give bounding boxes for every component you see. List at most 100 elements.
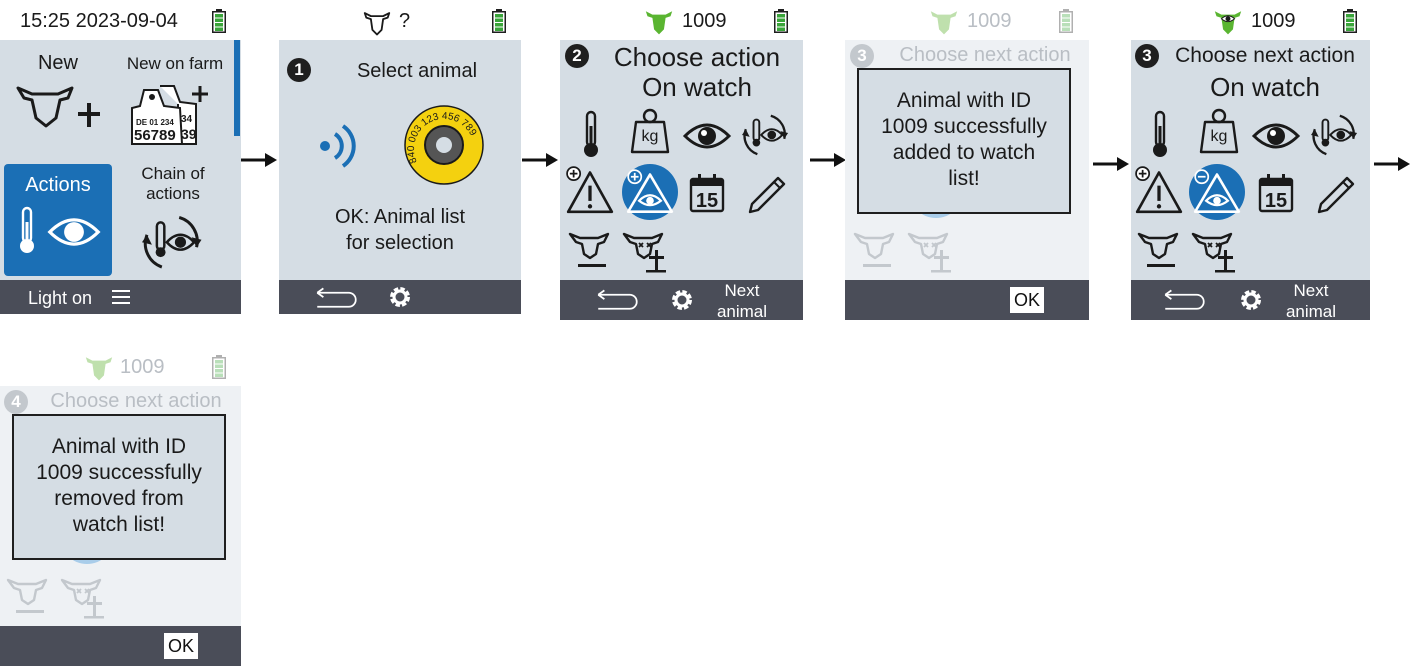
calendar-icon[interactable]: 15 (1257, 170, 1295, 214)
settings-gear-icon[interactable] (670, 288, 694, 312)
ear-tag-icon: 840 003 123 456 789 (403, 104, 485, 186)
popup-line4: list! (948, 167, 980, 190)
status-bar: ? (279, 0, 521, 40)
animal-id-status: 1009 (967, 10, 1012, 32)
step-number: 1 (287, 58, 311, 82)
battery-icon (774, 9, 788, 33)
popup-line3: removed from (54, 487, 184, 510)
pencil-icon[interactable] (1313, 168, 1359, 214)
home-screen: New New on farm DE 01 234 56789 34 39 Ac… (0, 40, 241, 314)
light-on-label[interactable]: Light on (28, 288, 92, 309)
calendar-day: 15 (1264, 190, 1288, 212)
animal-id-status: ? (399, 10, 411, 32)
bottom-bar: OK (0, 626, 241, 666)
rfid-signal-icon (320, 124, 356, 168)
step-number: 3 (850, 44, 874, 68)
panel-added-confirmation: 1009 3 Choose next action Animal with ID… (845, 0, 1089, 320)
next-animal-button[interactable]: Next animal (710, 280, 774, 320)
cow-head-green-icon (645, 11, 673, 35)
tile-chain-label: Chain of actions (141, 164, 205, 203)
flow-arrow-3 (810, 153, 846, 167)
status-bar: 15:25 2023-09-04 (0, 0, 241, 40)
cow-remove-icon (853, 232, 895, 269)
back-icon[interactable] (590, 286, 638, 314)
step-number: 4 (4, 390, 28, 414)
cow-dead-icon[interactable] (622, 230, 668, 274)
pencil-icon[interactable] (744, 168, 790, 214)
panel-home: 15:25 2023-09-04 New New on farm DE 01 2… (0, 0, 241, 314)
eye-icon[interactable] (682, 116, 732, 156)
scrollbar[interactable] (234, 40, 240, 136)
menu-icon[interactable] (112, 290, 130, 304)
tile-new-label: New (37, 52, 78, 74)
panel-choose-next-action: 1009 3 Choose next action On watch kg 15 (1131, 0, 1370, 320)
battery-icon (1343, 9, 1357, 33)
panel-choose-action: 1009 2 Choose action On watch kg 15 Next… (560, 0, 803, 320)
tile-new-on-farm[interactable]: New on farm DE 01 234 56789 34 39 (118, 44, 232, 156)
calendar-day: 15 (695, 190, 719, 212)
popup-line3: added to watch (892, 141, 1036, 164)
cow-head-watch-icon (930, 11, 958, 35)
cow-head-watch-icon (1214, 11, 1242, 35)
thermometer-icon[interactable] (1145, 110, 1175, 160)
animal-id-status: 1009 (682, 10, 727, 32)
cow-dead-icon[interactable] (1191, 230, 1237, 274)
tile-chain-of-actions[interactable]: Chain of actions (118, 164, 232, 276)
ok-button[interactable]: OK (164, 633, 198, 659)
warning-plus-icon[interactable] (1135, 166, 1183, 214)
ok-button[interactable]: OK (1010, 287, 1044, 313)
cow-plus-icon (16, 86, 100, 128)
step-number: 2 (565, 44, 589, 68)
cow-head-watch-icon (85, 357, 113, 381)
next-animal-button[interactable]: Next animal (1279, 280, 1343, 320)
bottom-bar: Next animal (560, 280, 803, 320)
cow-head-icon (363, 12, 391, 36)
tag-line2: 56789 (134, 127, 176, 144)
chain-cycle-icon[interactable] (1311, 110, 1359, 158)
panel-removed-confirmation: 1009 4 Choose next action Animal with ID… (0, 346, 241, 666)
dimmed-screen: 4 Choose next action Animal with ID 1009… (0, 386, 241, 666)
next-line1: Next (724, 281, 760, 300)
ok-hint-line2: for selection (346, 232, 454, 254)
dimmed-screen: 3 Choose next action Animal with ID 1009… (845, 40, 1089, 320)
confirmation-dialog: Animal with ID 1009 successfully added t… (857, 68, 1071, 214)
flow-arrow-1 (241, 153, 277, 167)
popup-line4: watch list! (72, 513, 166, 536)
watch-remove-icon (1193, 169, 1241, 213)
cow-remove-icon[interactable] (568, 230, 614, 272)
battery-icon (492, 9, 506, 33)
status-bar: 1009 (560, 0, 803, 40)
bottom-bar: Next animal (1131, 280, 1370, 320)
bottom-bar: OK (845, 280, 1089, 320)
bottom-bar: Light on (0, 280, 241, 314)
calendar-icon[interactable]: 15 (688, 170, 726, 214)
next-line2: animal (716, 302, 768, 320)
chain-cycle-icon (142, 215, 204, 269)
eye-icon (48, 218, 100, 246)
watch-add-highlight[interactable] (622, 164, 678, 220)
flow-arrow-5 (1374, 157, 1410, 171)
popup-line2: 1009 successfully (36, 461, 202, 484)
tile-actions[interactable]: Actions (4, 164, 112, 276)
next-line1: Next (1293, 281, 1329, 300)
weight-icon[interactable]: kg (1197, 108, 1241, 156)
thermometer-icon[interactable] (576, 110, 606, 160)
watch-remove-highlight[interactable] (1189, 164, 1245, 220)
settings-gear-icon[interactable] (388, 285, 412, 309)
ear-tag-icon: DE 01 234 56789 34 39 (130, 82, 210, 148)
bottom-bar (279, 280, 521, 314)
tile-new[interactable]: New (4, 44, 112, 156)
cow-remove-icon[interactable] (1137, 230, 1183, 272)
back-icon[interactable] (309, 284, 357, 312)
back-icon[interactable] (1157, 286, 1205, 314)
warning-plus-icon[interactable] (566, 166, 614, 214)
weight-kg-label: kg (1210, 128, 1228, 145)
eye-icon[interactable] (1251, 116, 1301, 156)
chain-cycle-icon[interactable] (742, 110, 790, 158)
screen-title: Choose next action (50, 390, 222, 412)
step-number: 3 (1135, 44, 1159, 68)
settings-gear-icon[interactable] (1239, 288, 1263, 312)
weight-icon[interactable]: kg (628, 108, 672, 156)
popup-line1: Animal with ID (896, 89, 1032, 112)
weight-kg-label: kg (641, 128, 659, 145)
